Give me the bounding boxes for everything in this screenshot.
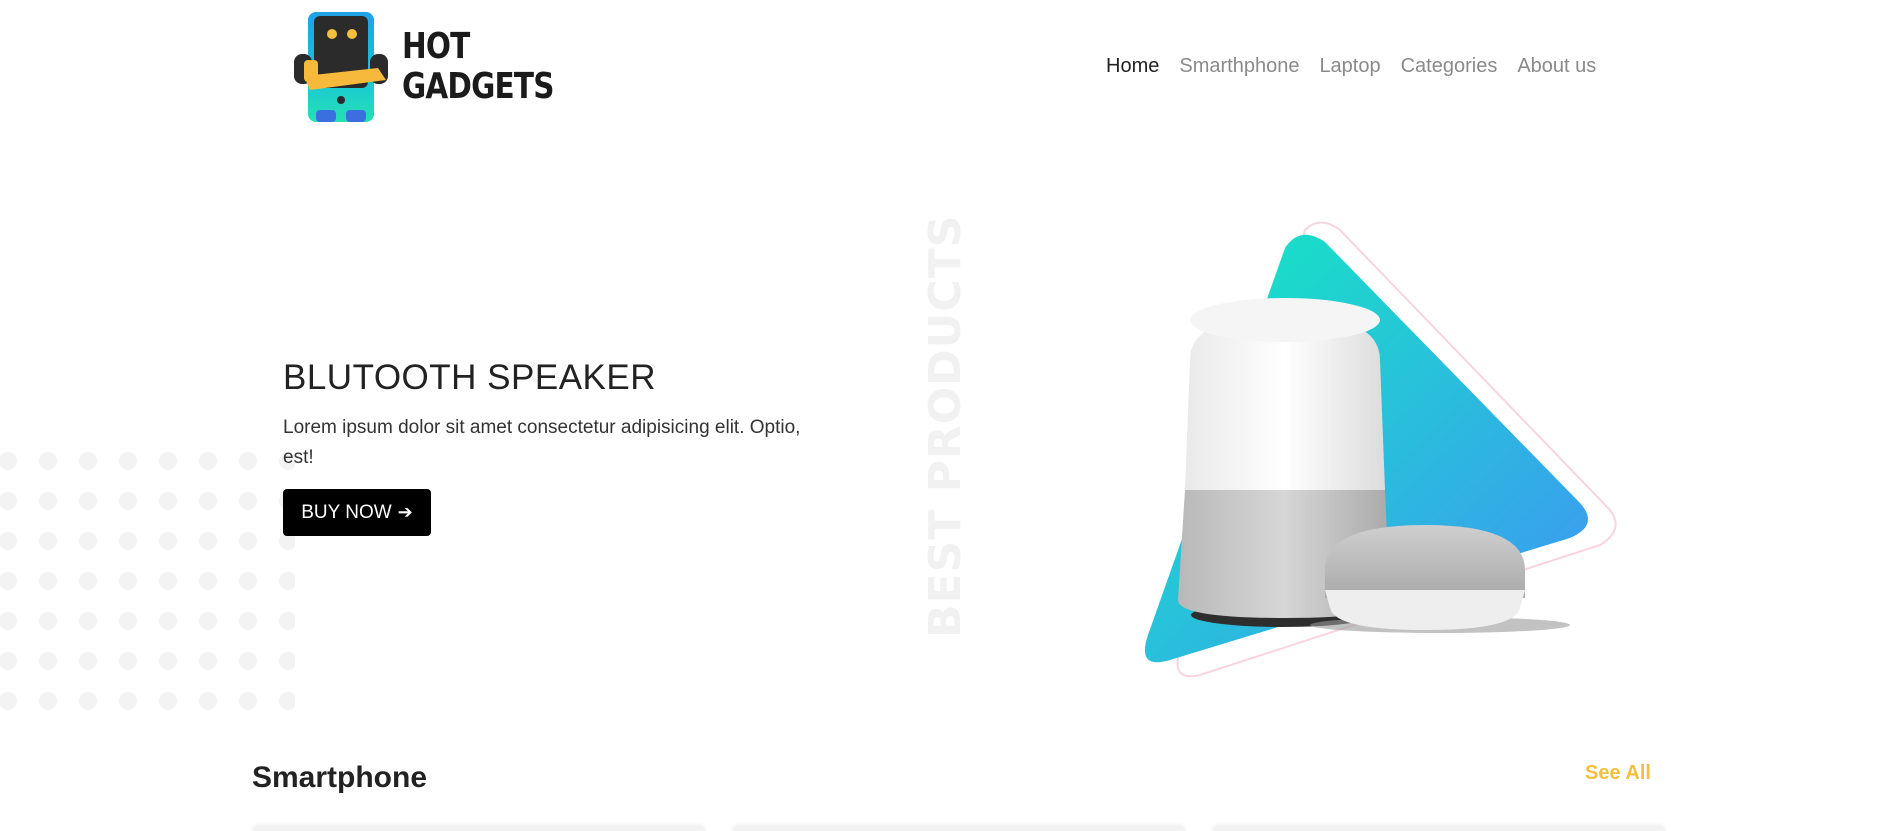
arrow-right-icon: ➔: [397, 502, 413, 522]
buy-now-button[interactable]: BUY NOW ➔: [283, 489, 431, 536]
brand-logo[interactable]: HOT GADGETS: [290, 10, 587, 124]
brand-name: HOT GADGETS: [402, 27, 554, 107]
robot-mascot-icon: [290, 10, 392, 124]
brand-line-2: GADGETS: [402, 66, 554, 107]
nav-item-smarthphone[interactable]: Smarthphone: [1179, 55, 1299, 78]
brand-line-1: HOT: [402, 26, 470, 67]
main-nav: Home Smarthphone Laptop Categories About…: [1106, 55, 1616, 78]
see-all-link[interactable]: See All: [1585, 762, 1651, 785]
dot-pattern-decoration: [0, 448, 297, 718]
buy-now-label: BUY NOW: [301, 501, 392, 523]
nav-item-laptop[interactable]: Laptop: [1319, 55, 1380, 78]
best-products-watermark: BEST PRODUCTS: [920, 214, 971, 638]
product-card[interactable]: [253, 826, 705, 831]
section-title-smartphone: Smartphone: [252, 761, 428, 794]
product-card[interactable]: [1213, 826, 1665, 831]
nav-item-about-us[interactable]: About us: [1517, 55, 1596, 78]
product-card[interactable]: [733, 826, 1185, 831]
nav-item-home[interactable]: Home: [1106, 55, 1159, 78]
hero-description: Lorem ipsum dolor sit amet consectetur a…: [283, 417, 801, 468]
speaker-product-image: [1140, 220, 1640, 690]
hero-title: BLUTOOTH SPEAKER: [283, 358, 657, 397]
nav-item-categories[interactable]: Categories: [1401, 55, 1498, 78]
